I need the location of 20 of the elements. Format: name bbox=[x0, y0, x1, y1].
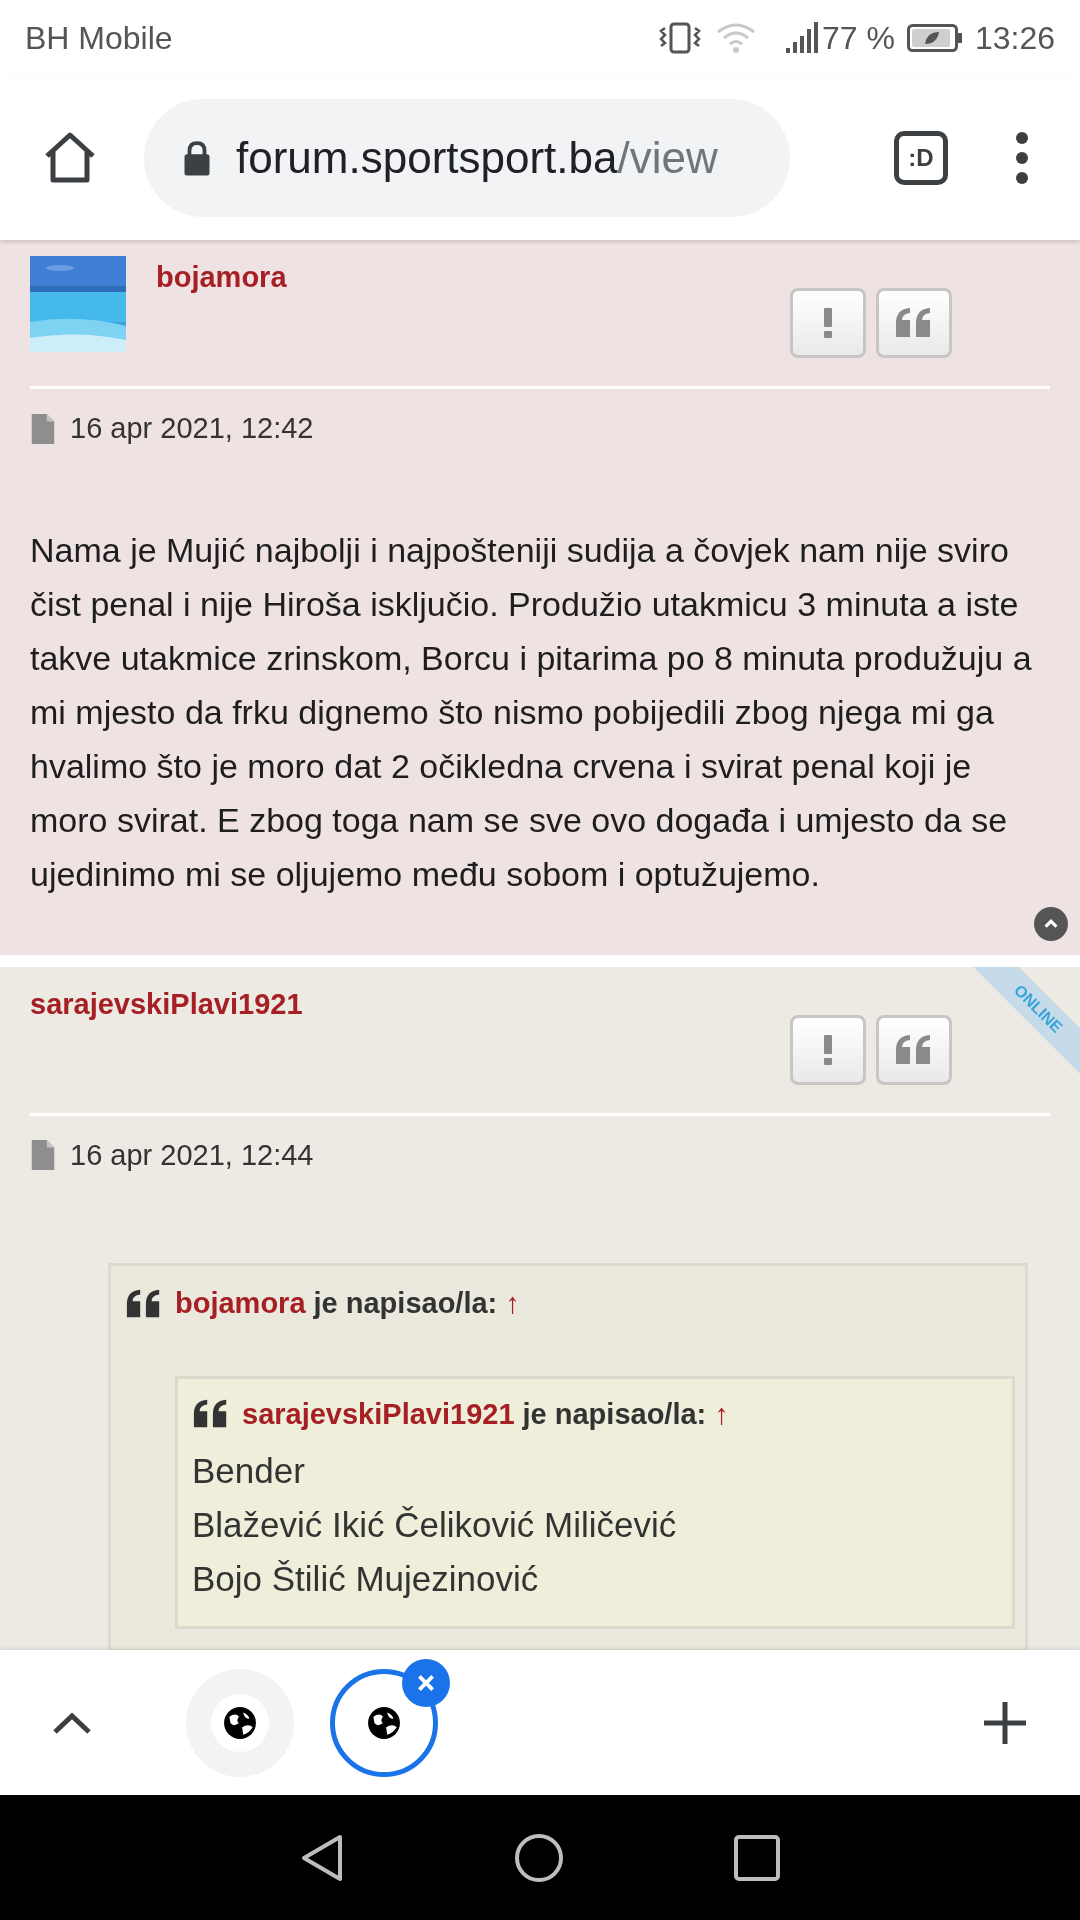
post-text: Nama je Mujić najbolji i najpošteniji sudija a čovjek nam nije sviro čist penal i nije Hiroša isključio. Produžio utakmicu 3 minuta a iste takve utakmice zrinskom, Borcu i pitarima po 8 minuta produžuju a mi mjesto da frku dignemo što nismo pobijedili zbog njega mi ga hvalimo što je moro dat 2 očikledna crvena i svirat penal koji je moro svirat. E zbog toga nam se sve ovo događa i umjesto da se ujedinimo mi se oljujemo među sobom i optužujemo. bbox=[30, 529, 1033, 895]
jump-arrow-link[interactable]: ↑ bbox=[505, 1282, 520, 1326]
url-text: forum.sportsport.ba/view bbox=[236, 131, 718, 184]
quote-line: Bojo Štilić Mujezinović bbox=[192, 1558, 540, 1600]
address-bar[interactable]: forum.sportsport.ba/view bbox=[144, 98, 790, 217]
tab-switcher-button[interactable]: :D bbox=[894, 130, 948, 185]
quote-line: Blažević Ikić Čeliković Miličević bbox=[192, 1504, 678, 1546]
post-date: 16 apr 2021, 12:42 bbox=[70, 411, 314, 446]
author-link[interactable]: sarajevskiPlavi1921 bbox=[30, 982, 303, 1026]
clock: 13:26 bbox=[974, 18, 1055, 58]
battery-percent: 77 % bbox=[822, 18, 895, 58]
author-link[interactable]: bojamora bbox=[156, 256, 287, 300]
jump-arrow-link[interactable]: ↑ bbox=[714, 1392, 729, 1436]
quote-header-text: je napisao/la: bbox=[522, 1396, 707, 1432]
carrier-name: BH Mobile bbox=[25, 18, 173, 58]
quote-line: Bender bbox=[192, 1450, 306, 1492]
post-date: 16 apr 2021, 12:44 bbox=[70, 1137, 314, 1173]
quote-author-link[interactable]: bojamora bbox=[175, 1282, 306, 1326]
quote-author-link[interactable]: sarajevskiPlavi1921 bbox=[242, 1392, 515, 1436]
quote-header-text: je napisao/la: bbox=[313, 1286, 498, 1321]
